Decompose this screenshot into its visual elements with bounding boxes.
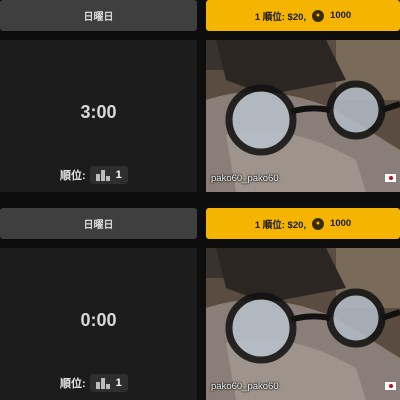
webcam-image — [206, 248, 400, 400]
prize-points: 1000 — [330, 218, 352, 229]
coin-icon: ● — [312, 217, 325, 230]
day-tab[interactable]: 日曜日 — [0, 0, 197, 31]
rank-label: 順位: — [60, 378, 86, 390]
japan-flag-icon — [385, 174, 396, 182]
day-tab[interactable]: 日曜日 — [0, 208, 197, 239]
stream-card: 日曜日 1 順位: $20, ● 1000 0:00 順位: 1 pako60_… — [0, 208, 400, 400]
rank-row: 順位: 1 — [60, 164, 128, 186]
streamer-name: pako60_pako60 — [211, 381, 279, 392]
countdown-timer: 0:00 — [80, 310, 117, 330]
webcam-thumbnail[interactable]: pako60_pako60 — [206, 40, 400, 192]
webcam-image — [206, 40, 400, 192]
rank-value: 1 — [115, 377, 122, 389]
coin-icon: ● — [312, 9, 325, 22]
podium-icon — [95, 378, 110, 389]
stream-card: 日曜日 1 順位: $20, ● 1000 3:00 順位: 1 pako60_… — [0, 0, 400, 192]
japan-flag-icon — [385, 382, 396, 390]
day-label: 日曜日 — [83, 12, 114, 23]
rank-label: 順位: — [60, 170, 86, 182]
timer-panel: 3:00 順位: 1 — [0, 40, 197, 192]
streamer-name: pako60_pako60 — [211, 173, 279, 184]
prize-rank-text: 1 順位: $20, — [254, 11, 307, 23]
rank-badge[interactable]: 1 — [89, 166, 128, 184]
timer-panel: 0:00 順位: 1 — [0, 248, 197, 400]
day-label: 日曜日 — [83, 220, 114, 231]
webcam-thumbnail[interactable]: pako60_pako60 — [206, 248, 400, 400]
prize-tab[interactable]: 1 順位: $20, ● 1000 — [206, 208, 400, 239]
prize-tab[interactable]: 1 順位: $20, ● 1000 — [206, 0, 400, 31]
prize-points: 1000 — [330, 10, 352, 21]
countdown-timer: 3:00 — [80, 102, 117, 122]
rank-value: 1 — [115, 169, 122, 181]
rank-badge[interactable]: 1 — [89, 374, 128, 392]
prize-rank-text: 1 順位: $20, — [254, 219, 307, 231]
podium-icon — [95, 170, 110, 181]
rank-row: 順位: 1 — [60, 372, 128, 394]
